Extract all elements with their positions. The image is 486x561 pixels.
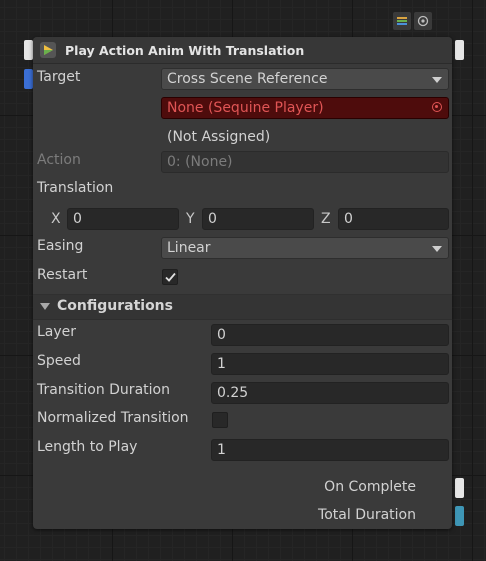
x-axis-label: X <box>51 211 61 227</box>
length-to-play-value: 1 <box>217 442 226 458</box>
list-icon[interactable] <box>393 12 411 30</box>
restart-checkbox[interactable] <box>162 269 178 285</box>
transition-duration-label: Transition Duration <box>37 382 170 398</box>
configurations-title: Configurations <box>57 298 173 314</box>
layer-input[interactable]: 0 <box>211 324 449 346</box>
translation-y-input[interactable]: 0 <box>202 208 314 230</box>
object-picker-icon[interactable] <box>432 102 442 112</box>
configurations-foldout[interactable]: Configurations <box>33 294 452 320</box>
easing-value: Linear <box>167 240 211 256</box>
translation-x-value: 0 <box>73 211 82 227</box>
normalized-transition-checkbox[interactable] <box>212 412 228 428</box>
total-duration-port[interactable] <box>455 506 464 526</box>
speed-input[interactable]: 1 <box>211 353 449 375</box>
translation-y-value: 0 <box>208 211 217 227</box>
speed-label: Speed <box>37 353 81 369</box>
play-action-icon <box>40 42 56 58</box>
not-assigned-note: (Not Assigned) <box>167 129 271 145</box>
length-to-play-label: Length to Play <box>37 439 138 455</box>
target-input-port[interactable] <box>24 69 33 89</box>
translation-z-value: 0 <box>344 211 353 227</box>
translation-x-input[interactable]: 0 <box>67 208 179 230</box>
length-to-play-input[interactable]: 1 <box>211 439 449 461</box>
restart-label: Restart <box>37 267 88 283</box>
target-dropdown[interactable]: Cross Scene Reference <box>161 68 449 90</box>
z-axis-label: Z <box>321 211 331 227</box>
layer-label: Layer <box>37 324 77 340</box>
easing-label: Easing <box>37 238 84 254</box>
target-icon[interactable] <box>414 12 432 30</box>
triangle-down-icon <box>40 303 50 310</box>
target-value: Cross Scene Reference <box>167 71 328 87</box>
total-duration-output-label: Total Duration <box>318 507 416 523</box>
reference-field[interactable]: None (Sequine Player) <box>161 97 449 119</box>
flow-input-port[interactable] <box>24 40 33 60</box>
node-toolbar <box>393 12 432 30</box>
action-node[interactable]: Play Action Anim With Translation Target… <box>33 37 452 529</box>
speed-value: 1 <box>217 356 226 372</box>
translation-label: Translation <box>37 180 114 196</box>
node-title: Play Action Anim With Translation <box>65 42 305 58</box>
action-value: 0: (None) <box>167 154 233 170</box>
translation-z-input[interactable]: 0 <box>338 208 449 230</box>
normalized-transition-label: Normalized Transition <box>37 410 189 426</box>
action-label: Action <box>37 152 81 168</box>
on-complete-output-label: On Complete <box>324 479 416 495</box>
target-label: Target <box>37 69 81 85</box>
transition-duration-value: 0.25 <box>217 385 249 401</box>
reference-value: None (Sequine Player) <box>167 100 324 116</box>
flow-output-port[interactable] <box>455 40 464 60</box>
checkmark-icon <box>164 272 176 282</box>
easing-dropdown[interactable]: Linear <box>161 237 449 259</box>
y-axis-label: Y <box>186 211 195 227</box>
node-header[interactable]: Play Action Anim With Translation <box>33 37 452 64</box>
chevron-down-icon <box>432 246 442 252</box>
chevron-down-icon <box>432 77 442 83</box>
transition-duration-input[interactable]: 0.25 <box>211 382 449 404</box>
action-field: 0: (None) <box>161 151 449 173</box>
on-complete-port[interactable] <box>455 478 464 498</box>
layer-value: 0 <box>217 327 226 343</box>
